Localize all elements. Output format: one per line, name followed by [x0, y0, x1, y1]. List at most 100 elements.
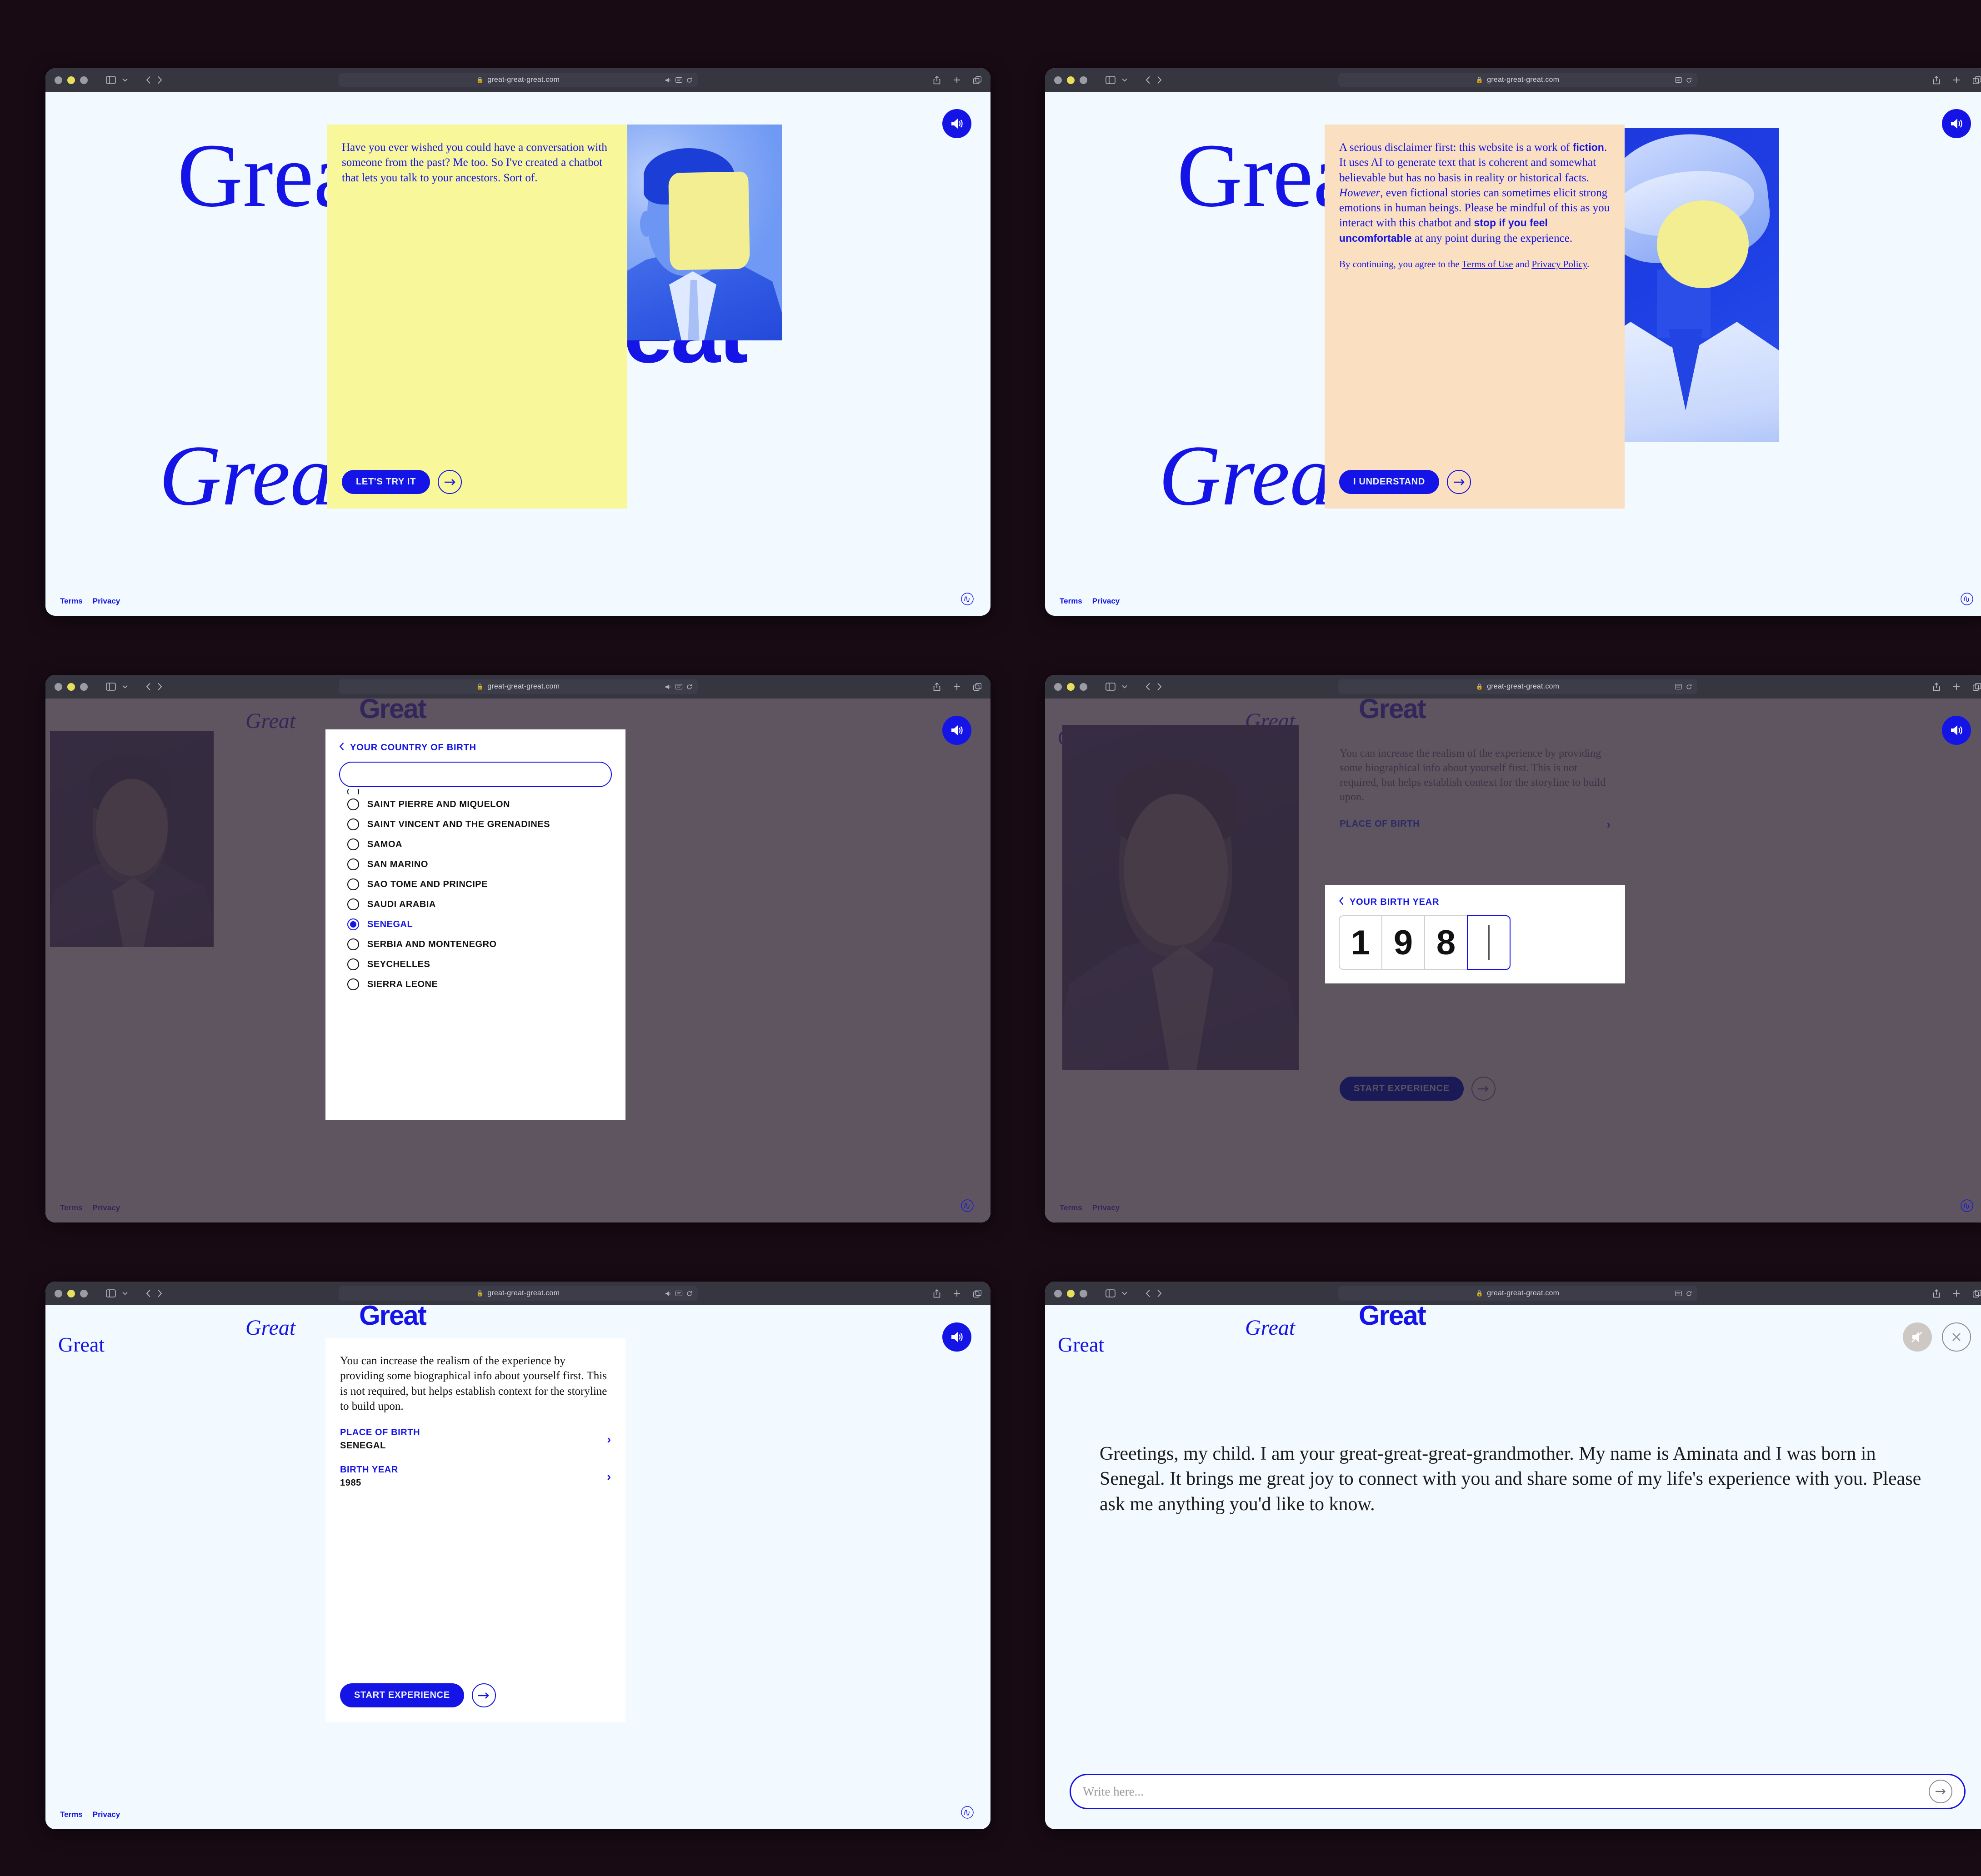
- list-item[interactable]: SAINT PIERRE AND MIQUELON: [339, 794, 612, 814]
- back-icon[interactable]: [146, 683, 151, 691]
- bio-row-place-of-birth[interactable]: PLACE OF BIRTH SENEGAL ›: [340, 1427, 611, 1451]
- sound-toggle-button[interactable]: [1942, 716, 1971, 745]
- country-search-input[interactable]: [339, 762, 612, 787]
- sidebar-toggle-icon[interactable]: [106, 76, 116, 84]
- start-experience-button[interactable]: START EXPERIENCE: [1340, 1077, 1464, 1101]
- sidebar-toggle-icon[interactable]: [106, 1289, 116, 1297]
- zoom-window-dot[interactable]: [1080, 76, 1087, 84]
- terms-of-use-link[interactable]: Terms of Use: [1462, 259, 1513, 269]
- terms-link[interactable]: Terms: [1060, 597, 1082, 606]
- radio-icon[interactable]: [347, 958, 359, 970]
- plus-icon[interactable]: [1953, 1290, 1960, 1297]
- close-window-dot[interactable]: [1054, 76, 1062, 84]
- traffic-lights[interactable]: [1054, 683, 1087, 691]
- minimize-window-dot[interactable]: [1067, 76, 1075, 84]
- back-icon[interactable]: [1146, 683, 1151, 691]
- share-icon[interactable]: [933, 682, 940, 691]
- reader-view-icon[interactable]: [675, 684, 682, 689]
- tab-overview-icon[interactable]: [973, 683, 981, 691]
- plus-icon[interactable]: [953, 1290, 960, 1297]
- minimize-window-dot[interactable]: [67, 76, 75, 84]
- zoom-window-dot[interactable]: [1080, 683, 1087, 691]
- sound-toggle-button[interactable]: [942, 1322, 971, 1352]
- radio-icon[interactable]: [347, 818, 359, 830]
- forward-icon[interactable]: [157, 1289, 162, 1297]
- back-icon[interactable]: [146, 1289, 151, 1297]
- chat-input[interactable]: [1083, 1784, 1929, 1799]
- reload-icon[interactable]: [686, 684, 692, 690]
- sound-toggle-button[interactable]: [942, 109, 971, 138]
- traffic-lights[interactable]: [55, 1289, 88, 1297]
- send-message-button[interactable]: [1929, 1780, 1952, 1803]
- chevron-right-icon[interactable]: ›: [607, 1433, 611, 1445]
- sidebar-toggle-icon[interactable]: [1106, 683, 1116, 691]
- chevron-down-icon[interactable]: [122, 685, 128, 689]
- reader-view-icon[interactable]: [675, 1291, 682, 1296]
- mute-toggle-button[interactable]: [1903, 1322, 1932, 1352]
- traffic-lights[interactable]: [1054, 1289, 1087, 1297]
- share-icon[interactable]: [1933, 75, 1940, 85]
- sound-toggle-button[interactable]: [942, 716, 971, 745]
- chevron-right-icon[interactable]: ›: [607, 1471, 611, 1482]
- radio-icon[interactable]: [347, 878, 359, 890]
- year-digit-3[interactable]: 8: [1424, 915, 1468, 970]
- privacy-link[interactable]: Privacy: [93, 1810, 120, 1819]
- bio-row-place-of-birth[interactable]: PLACE OF BIRTH ›: [1340, 818, 1611, 830]
- tab-overview-icon[interactable]: [1973, 1289, 1981, 1297]
- chevron-right-icon[interactable]: ›: [1606, 818, 1611, 830]
- privacy-policy-link[interactable]: Privacy Policy: [1531, 259, 1587, 269]
- address-bar[interactable]: 🔒 great-great-great.com: [338, 73, 698, 87]
- minimize-window-dot[interactable]: [67, 1289, 75, 1297]
- traffic-lights[interactable]: [55, 683, 88, 691]
- minimize-window-dot[interactable]: [1067, 683, 1075, 691]
- share-icon[interactable]: [933, 75, 940, 85]
- address-bar[interactable]: 🔒 great-great-great.com: [338, 1286, 698, 1301]
- back-chevron-icon[interactable]: [339, 742, 345, 753]
- close-window-dot[interactable]: [55, 1289, 62, 1297]
- forward-icon[interactable]: [157, 683, 162, 691]
- chat-input-row[interactable]: [1070, 1774, 1966, 1809]
- traffic-lights[interactable]: [55, 76, 88, 84]
- zoom-window-dot[interactable]: [80, 76, 88, 84]
- back-icon[interactable]: [1146, 1289, 1151, 1297]
- chevron-down-icon[interactable]: [122, 78, 128, 82]
- share-icon[interactable]: [933, 1289, 940, 1298]
- audio-playing-icon[interactable]: [665, 1291, 671, 1297]
- privacy-link[interactable]: Privacy: [1092, 597, 1120, 606]
- list-item-partial[interactable]: [339, 789, 612, 794]
- close-window-dot[interactable]: [55, 683, 62, 691]
- reload-icon[interactable]: [1686, 684, 1692, 690]
- chevron-down-icon[interactable]: [1122, 78, 1127, 82]
- radio-icon[interactable]: [347, 858, 359, 870]
- back-icon[interactable]: [146, 76, 151, 84]
- address-bar[interactable]: 🔒 great-great-great.com: [1338, 73, 1697, 87]
- reader-view-icon[interactable]: [1675, 684, 1682, 689]
- privacy-link[interactable]: Privacy: [93, 597, 120, 606]
- traffic-lights[interactable]: [1054, 76, 1087, 84]
- sound-toggle-button[interactable]: [1942, 109, 1971, 138]
- address-bar[interactable]: 🔒 great-great-great.com: [338, 679, 698, 694]
- minimize-window-dot[interactable]: [1067, 1289, 1075, 1297]
- radio-icon[interactable]: [347, 938, 359, 950]
- radio-icon[interactable]: [347, 898, 359, 910]
- close-window-dot[interactable]: [1054, 1289, 1062, 1297]
- close-window-dot[interactable]: [1054, 683, 1062, 691]
- tab-overview-icon[interactable]: [1973, 76, 1981, 84]
- reload-icon[interactable]: [1686, 1291, 1692, 1297]
- back-chevron-icon[interactable]: [1339, 897, 1344, 908]
- list-item[interactable]: SAINT VINCENT AND THE GRENADINES: [339, 814, 612, 834]
- chevron-down-icon[interactable]: [1122, 685, 1127, 689]
- close-window-dot[interactable]: [55, 76, 62, 84]
- audio-playing-icon[interactable]: [665, 77, 671, 83]
- reload-icon[interactable]: [1686, 77, 1692, 83]
- bio-row-birth-year[interactable]: BIRTH YEAR 1985 ›: [340, 1465, 611, 1488]
- close-experience-button[interactable]: [1942, 1322, 1971, 1352]
- zoom-window-dot[interactable]: [80, 1289, 88, 1297]
- list-item[interactable]: SEYCHELLES: [339, 954, 612, 974]
- sidebar-toggle-icon[interactable]: [1106, 1289, 1116, 1297]
- chevron-down-icon[interactable]: [122, 1292, 128, 1295]
- list-item[interactable]: SIERRA LEONE: [339, 974, 612, 994]
- zoom-window-dot[interactable]: [80, 683, 88, 691]
- address-bar[interactable]: 🔒 great-great-great.com: [1338, 1286, 1697, 1301]
- forward-icon[interactable]: [1157, 1289, 1162, 1297]
